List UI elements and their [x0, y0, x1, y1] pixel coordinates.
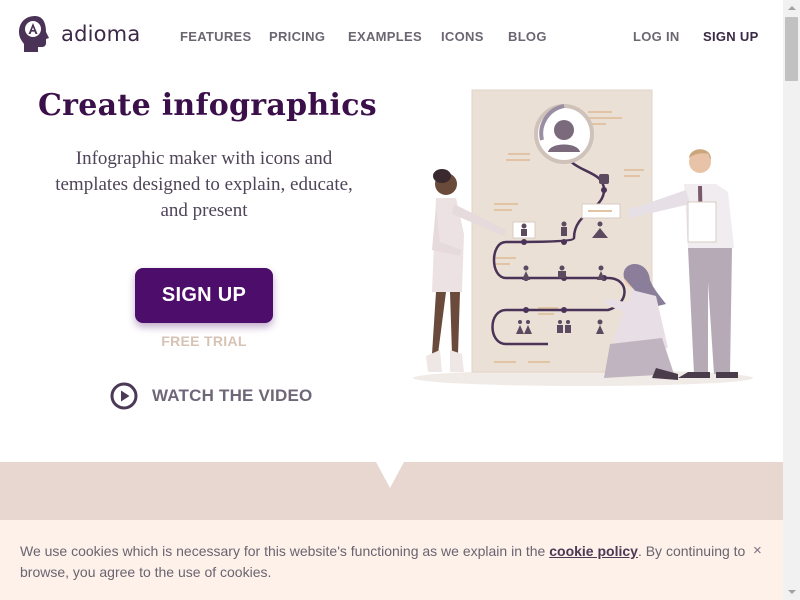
- play-circle-icon: [110, 382, 138, 410]
- scroll-up-arrow[interactable]: [783, 0, 800, 17]
- head-profile-logo-icon: [19, 16, 49, 52]
- scroll-thumb[interactable]: [785, 17, 798, 81]
- watch-video-label: WATCH THE VIDEO: [152, 386, 313, 405]
- nav-features[interactable]: FEATURES: [180, 29, 252, 44]
- cookie-close-button[interactable]: ×: [753, 542, 762, 559]
- site-header: adioma FEATURES PRICING EXAMPLES ICONS B…: [0, 0, 783, 72]
- cookie-text: We use cookies which is necessary for th…: [20, 541, 750, 583]
- nav-icons[interactable]: ICONS: [441, 29, 484, 44]
- hero-signup-button[interactable]: SIGN UP: [135, 268, 273, 323]
- free-trial-note: FREE TRIAL: [161, 333, 247, 349]
- hero-subtitle: Infographic maker with icons and templat…: [55, 148, 353, 221]
- header-signup-link[interactable]: SIGN UP: [703, 29, 759, 44]
- scroll-down-arrow[interactable]: [783, 583, 800, 600]
- cookie-text-before: We use cookies which is necessary for th…: [20, 543, 550, 559]
- nav-examples[interactable]: EXAMPLES: [348, 29, 422, 44]
- watch-video-link[interactable]: WATCH THE VIDEO: [110, 382, 312, 410]
- login-link[interactable]: LOG IN: [633, 29, 680, 44]
- scrollbar[interactable]: [783, 0, 800, 600]
- cookie-policy-link[interactable]: cookie policy: [549, 543, 638, 559]
- hero-title: Create infographics: [38, 88, 377, 123]
- nav-blog[interactable]: BLOG: [508, 29, 547, 44]
- hero-illustration: [413, 89, 753, 386]
- band-notch: [376, 462, 404, 488]
- brand-logo[interactable]: adioma: [17, 14, 140, 54]
- brand-name: adioma: [61, 22, 141, 46]
- cookie-banner: We use cookies which is necessary for th…: [0, 520, 783, 600]
- nav-pricing[interactable]: PRICING: [269, 29, 325, 44]
